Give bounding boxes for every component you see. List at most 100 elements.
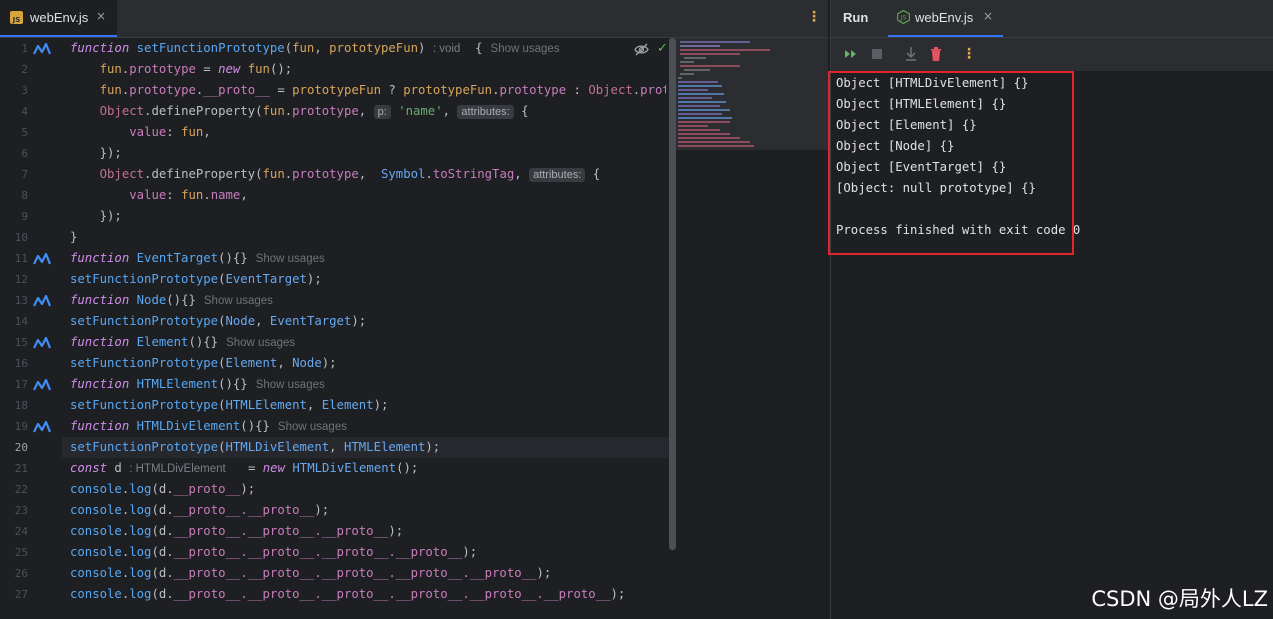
line-number: 25 <box>14 546 28 559</box>
minimap-line <box>678 117 732 119</box>
code-line-1: function setFunctionPrototype(fun, proto… <box>70 41 560 55</box>
minimap-line <box>678 109 730 111</box>
minimap-line <box>678 85 722 87</box>
minimap-line <box>678 101 726 103</box>
more-options-icon[interactable]: ⋮ <box>807 9 821 25</box>
editor-tab-bar: JS webEnv.js × ⋮ <box>0 0 828 38</box>
code-line-14: setFunctionPrototype(Node, EventTarget); <box>70 314 367 328</box>
ai-assist-icon[interactable] <box>33 43 51 55</box>
ai-assist-icon[interactable] <box>33 421 51 433</box>
highlight-annotation-box <box>828 71 1074 255</box>
minimap-line <box>680 73 694 75</box>
line-number: 22 <box>14 483 28 496</box>
line-number: 3 <box>21 84 28 97</box>
js-file-icon: JS <box>10 11 23 24</box>
line-number: 20 <box>14 441 28 454</box>
code-line-24: console.log(d.__proto__.__proto__.__prot… <box>70 524 404 538</box>
line-number: 26 <box>14 567 28 580</box>
minimap-line <box>678 133 730 135</box>
ai-assist-icon[interactable] <box>33 337 51 349</box>
eye-off-icon[interactable] <box>634 43 649 56</box>
code-line-22: console.log(d.__proto__); <box>70 482 256 496</box>
line-number: 12 <box>14 273 28 286</box>
minimap-line <box>680 53 740 55</box>
run-tab-webenv-js[interactable]: JS webEnv.js × <box>888 0 1003 37</box>
minimap-line <box>678 121 730 123</box>
show-usages-link[interactable]: Show usages <box>226 337 295 349</box>
close-icon[interactable]: × <box>96 9 106 23</box>
line-number-gutter: 1 2 3 4 5 6 7 8 9 10 11 12 13 14 15 16 17 18 19 20 21 22 23 24 2… <box>0 38 62 619</box>
code-line-7: Object.defineProperty(fun.prototype, Sym… <box>99 167 601 182</box>
line-number: 14 <box>14 315 28 328</box>
line-number: 23 <box>14 504 28 517</box>
stop-icon[interactable] <box>869 46 885 62</box>
minimap-line <box>678 77 682 79</box>
minimap-line <box>678 113 722 115</box>
ai-assist-icon[interactable] <box>33 379 51 391</box>
code-area[interactable]: function setFunctionPrototype(fun, proto… <box>62 38 666 619</box>
minimap-line <box>678 129 720 131</box>
minimap-line <box>684 69 710 71</box>
code-line-6: }); <box>99 146 122 160</box>
minimap-line <box>680 49 770 51</box>
scroll-to-end-icon[interactable] <box>903 46 919 62</box>
line-number: 2 <box>21 63 28 76</box>
code-line-9: }); <box>99 209 122 223</box>
vertical-scrollbar[interactable] <box>669 38 676 550</box>
minimap-line <box>680 65 740 67</box>
show-usages-link[interactable]: Show usages <box>256 253 325 265</box>
minimap[interactable] <box>676 38 828 150</box>
show-usages-link[interactable]: Show usages <box>256 379 325 391</box>
close-icon[interactable]: × <box>983 9 993 23</box>
minimap-line <box>678 81 718 83</box>
line-number: 21 <box>14 462 28 475</box>
line-number: 24 <box>14 525 28 538</box>
code-line-13: function Node(){} Show usages <box>70 293 273 307</box>
more-options-icon[interactable]: ⋮ <box>962 46 976 62</box>
code-line-2: fun.prototype = new fun(); <box>99 62 293 76</box>
code-line-21: const d : HTMLDivElement = new HTMLDivEl… <box>70 461 419 475</box>
minimap-line <box>678 89 708 91</box>
code-line-4: Object.defineProperty(fun.prototype, p: … <box>99 104 529 119</box>
line-number: 6 <box>21 147 28 160</box>
line-number: 10 <box>14 231 28 244</box>
minimap-line <box>680 45 720 47</box>
param-hint: attributes: <box>457 105 514 119</box>
code-line-15: function Element(){} Show usages <box>70 335 296 349</box>
show-usages-link[interactable]: Show usages <box>278 421 347 433</box>
code-line-8: value: fun.name, <box>129 188 248 202</box>
code-editor[interactable]: JS webEnv.js × ⋮ 1 2 3 4 5 6 7 8 9 10 11 12 13 14 15 16… <box>0 0 828 619</box>
line-number: 16 <box>14 357 28 370</box>
minimap-line <box>680 41 750 43</box>
code-line-16: setFunctionPrototype(Element, Node); <box>70 356 337 370</box>
run-panel-header: Run JS webEnv.js × <box>831 0 1273 38</box>
run-toolbar: ⋮ <box>831 38 1273 71</box>
line-number: 15 <box>14 336 28 349</box>
ai-assist-icon[interactable] <box>33 253 51 265</box>
line-number: 1 <box>21 42 28 55</box>
svg-text:JS: JS <box>900 15 907 22</box>
code-line-5: value: fun, <box>129 125 211 139</box>
minimap-line <box>678 145 754 147</box>
code-line-17: function HTMLElement(){} Show usages <box>70 377 325 391</box>
line-number: 19 <box>14 420 28 433</box>
minimap-line <box>680 61 694 63</box>
line-number: 8 <box>21 189 28 202</box>
tab-webenv-js[interactable]: JS webEnv.js × <box>0 0 117 37</box>
line-number: 17 <box>14 378 28 391</box>
line-number: 7 <box>21 168 28 181</box>
show-usages-link[interactable]: Show usages <box>491 43 560 55</box>
minimap-line <box>678 93 724 95</box>
code-line-3: fun.prototype.__proto__ = prototypeFun ?… <box>99 83 666 97</box>
code-line-25: console.log(d.__proto__.__proto__.__prot… <box>70 545 478 559</box>
trash-icon[interactable] <box>928 46 944 62</box>
type-hint: : HTMLDivElement <box>129 463 226 475</box>
rerun-icon[interactable] <box>843 46 859 62</box>
code-line-26: console.log(d.__proto__.__proto__.__prot… <box>70 566 552 580</box>
line-number: 11 <box>14 252 28 265</box>
param-hint: attributes: <box>529 168 586 182</box>
code-line-18: setFunctionPrototype(HTMLElement, Elemen… <box>70 398 389 412</box>
line-number: 4 <box>21 105 28 118</box>
show-usages-link[interactable]: Show usages <box>204 295 273 307</box>
ai-assist-icon[interactable] <box>33 295 51 307</box>
